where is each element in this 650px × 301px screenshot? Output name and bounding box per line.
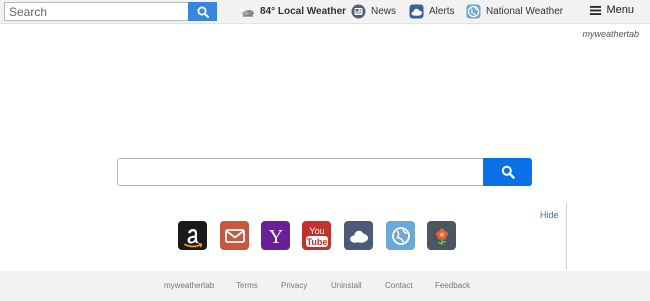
footer-link-uninstall[interactable]: Uninstall bbox=[331, 281, 362, 290]
brand-logo-text: myweathertab bbox=[582, 29, 639, 39]
top-search-input[interactable] bbox=[4, 2, 188, 21]
nav-alerts-label: Alerts bbox=[429, 6, 455, 17]
footer-link-contact[interactable]: Contact bbox=[385, 281, 413, 290]
globe-icon bbox=[391, 226, 410, 245]
main-search-button[interactable] bbox=[483, 158, 532, 186]
youtube-icon: You Tube bbox=[305, 226, 328, 247]
youtube-tube-text: Tube bbox=[306, 237, 327, 247]
hamburger-icon bbox=[590, 5, 602, 15]
hide-shortcuts-link[interactable]: Hide bbox=[540, 210, 559, 220]
svg-text:Y: Y bbox=[268, 226, 282, 246]
nav-news-label: News bbox=[371, 6, 397, 17]
nav-local-weather[interactable]: 84° Local Weather bbox=[241, 3, 346, 20]
tile-yahoo[interactable]: Y bbox=[261, 221, 290, 250]
youtube-you-text: You bbox=[309, 226, 324, 236]
mail-icon bbox=[224, 228, 245, 243]
search-icon bbox=[501, 165, 515, 179]
globe-icon bbox=[466, 4, 481, 19]
tile-flower[interactable] bbox=[427, 221, 456, 250]
search-icon bbox=[197, 6, 209, 18]
news-icon bbox=[351, 4, 366, 19]
main-search-box bbox=[117, 158, 532, 186]
tile-gmail[interactable] bbox=[220, 221, 249, 250]
nav-news[interactable]: News bbox=[351, 3, 396, 20]
tile-weather[interactable] bbox=[344, 221, 373, 250]
menu-label: Menu bbox=[606, 4, 634, 16]
flower-icon bbox=[435, 227, 448, 245]
main-search-input[interactable] bbox=[117, 158, 483, 186]
footer-link-terms[interactable]: Terms bbox=[236, 281, 258, 290]
nav-national-weather[interactable]: National Weather bbox=[466, 3, 563, 20]
alerts-icon bbox=[409, 4, 424, 19]
top-search-button[interactable] bbox=[188, 2, 217, 21]
footer-link-privacy[interactable]: Privacy bbox=[281, 281, 307, 290]
footer-link-feedback[interactable]: Feedback bbox=[435, 281, 470, 290]
top-toolbar: 84° Local Weather News Alerts bbox=[0, 0, 650, 24]
amazon-icon bbox=[183, 228, 202, 247]
menu-button[interactable]: Menu bbox=[590, 4, 634, 16]
cloud-icon bbox=[349, 230, 368, 243]
yahoo-icon: Y bbox=[268, 226, 282, 246]
nav-national-weather-label: National Weather bbox=[486, 6, 564, 17]
divider bbox=[566, 203, 567, 270]
tile-amazon[interactable] bbox=[178, 221, 207, 250]
footer: myweathertab Terms Privacy Uninstall Con… bbox=[0, 271, 650, 301]
nav-local-weather-label: 84° Local Weather bbox=[260, 6, 347, 17]
nav-alerts[interactable]: Alerts bbox=[409, 3, 455, 20]
tile-youtube[interactable]: You Tube bbox=[302, 221, 331, 250]
tile-globe[interactable] bbox=[386, 221, 415, 250]
footer-link-myweathertab[interactable]: myweathertab bbox=[164, 281, 214, 290]
weather-cloud-icon bbox=[241, 7, 255, 17]
